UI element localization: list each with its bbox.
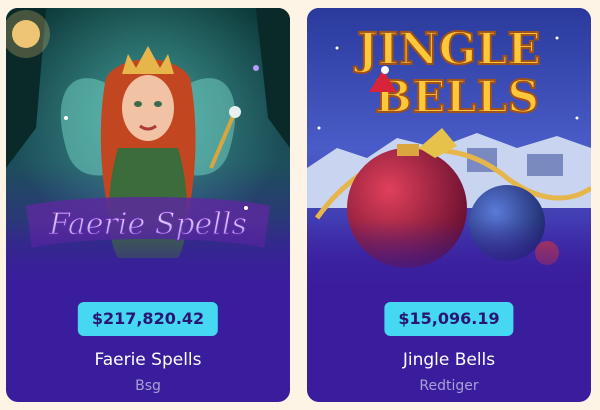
game-thumbnail[interactable]: JINGLE BELLS [307,8,591,290]
game-card-jingle-bells[interactable]: JINGLE BELLS $15,096.19 Jingle Bells Red… [307,8,591,402]
thumbnail-fade [6,220,290,290]
jingle-bells-logo-line2: BELLS [375,72,539,123]
game-thumbnail[interactable]: Faerie Spells [6,8,290,290]
jackpot-badge: $15,096.19 [384,302,514,336]
game-grid: Faerie Spells $217,820.42 Faerie Spells … [0,0,600,410]
game-provider: Redtiger [419,378,479,394]
jackpot-badge: $217,820.42 [77,302,219,336]
game-provider: Bsg [135,378,161,394]
game-title[interactable]: Jingle Bells [307,350,591,370]
game-info: $217,820.42 Faerie Spells Bsg [6,290,290,402]
jingle-bells-logo-line1: JINGLE [353,24,541,75]
game-info: $15,096.19 Jingle Bells Redtiger [307,290,591,402]
game-title[interactable]: Faerie Spells [6,350,290,370]
game-card-faerie-spells[interactable]: Faerie Spells $217,820.42 Faerie Spells … [6,8,290,402]
thumbnail-fade [307,220,591,290]
